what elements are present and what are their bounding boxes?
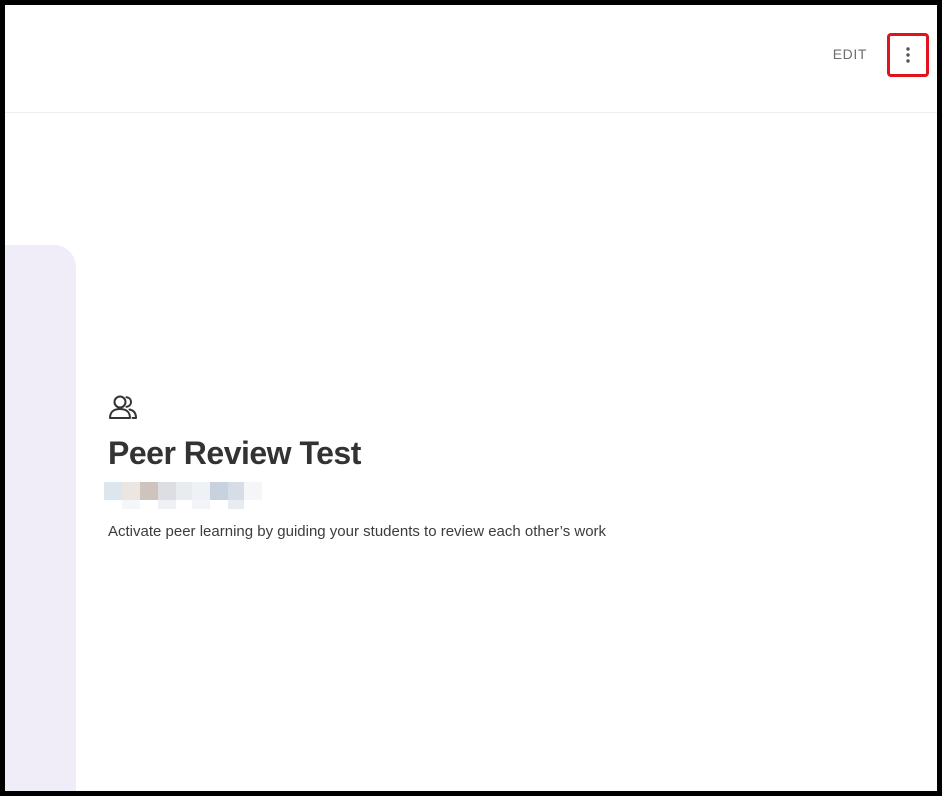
activity-header: Peer Review Test Activate peer learning … [104, 394, 888, 542]
activity-description: Activate peer learning by guiding your s… [108, 523, 607, 540]
app-window: EDIT Peer Review Test Activate peer lear… [5, 5, 937, 791]
side-panel [5, 245, 76, 791]
vertical-dots-icon [906, 47, 910, 63]
redacted-author [104, 482, 270, 512]
people-icon [109, 395, 137, 419]
top-toolbar: EDIT [5, 5, 937, 113]
edit-button[interactable]: EDIT [833, 41, 867, 67]
activity-title: Peer Review Test [108, 435, 361, 471]
more-options-button[interactable] [887, 33, 929, 77]
